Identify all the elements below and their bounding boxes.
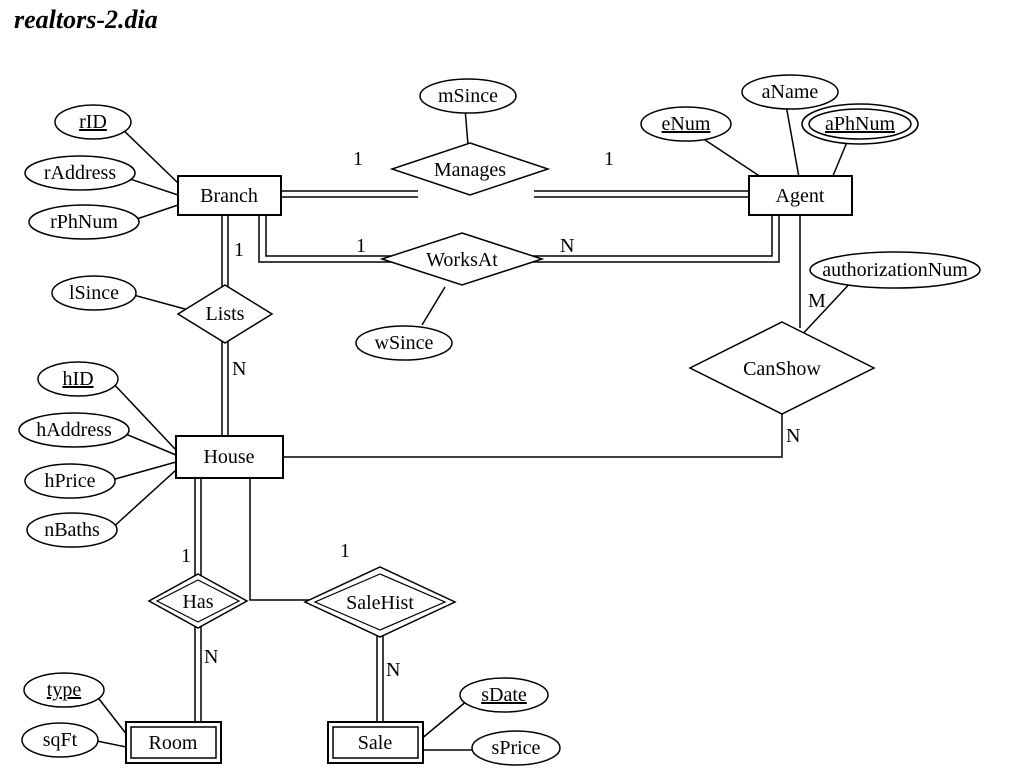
- card-canshow-agent: M: [808, 290, 826, 312]
- rel-canshow-label: CanShow: [743, 358, 821, 380]
- card-worksat-agent: N: [560, 235, 574, 257]
- card-salehist-house: 1: [340, 540, 350, 562]
- card-worksat-branch: 1: [356, 235, 366, 257]
- attr-aPhNum-label: aPhNum: [825, 113, 895, 135]
- card-has-house: 1: [181, 545, 191, 567]
- card-salehist-sale: N: [386, 659, 400, 681]
- rel-lists-label: Lists: [206, 303, 245, 325]
- attr-sqFt-label: sqFt: [43, 729, 78, 751]
- card-has-room: N: [204, 646, 218, 668]
- attr-sPrice-label: sPrice: [492, 737, 541, 759]
- cardinality-labels: 1 1 1 N 1 N M N 1 N 1 N: [181, 148, 826, 681]
- rel-manages: Manages: [392, 143, 548, 195]
- entity-room-label: Room: [149, 732, 198, 754]
- attr-type-label: type: [47, 679, 82, 701]
- er-diagram: realtors-2.dia: [0, 0, 1024, 778]
- rel-has: Has: [149, 574, 247, 628]
- attr-aName-label: aName: [762, 81, 819, 103]
- attr-sDate-label: sDate: [481, 684, 527, 706]
- entity-branch: Branch: [178, 176, 281, 215]
- attr-authNum-label: authorizationNum: [822, 259, 968, 281]
- attr-lSince-label: lSince: [69, 282, 119, 304]
- entity-sale: Sale: [328, 722, 423, 763]
- card-canshow-house: N: [786, 425, 800, 447]
- card-lists-branch: 1: [234, 239, 244, 261]
- diagram-title: realtors-2.dia: [14, 5, 158, 34]
- attr-rAddress-label: rAddress: [44, 162, 116, 184]
- rel-lists: Lists: [178, 285, 272, 343]
- attr-wSince-label: wSince: [375, 332, 434, 354]
- entity-sale-label: Sale: [358, 732, 393, 754]
- entity-house: House: [176, 436, 283, 478]
- rel-manages-label: Manages: [434, 159, 506, 181]
- attr-nBaths-label: nBaths: [44, 519, 100, 541]
- entity-branch-label: Branch: [200, 185, 258, 207]
- rel-worksat: WorksAt: [382, 233, 542, 285]
- rel-canshow: CanShow: [690, 322, 874, 414]
- attr-rID-label: rID: [79, 111, 107, 133]
- attr-mSince-label: mSince: [438, 85, 498, 107]
- attr-hID-label: hID: [62, 368, 93, 390]
- rel-salehist-label: SaleHist: [346, 592, 414, 614]
- entity-agent-label: Agent: [776, 185, 825, 207]
- card-manages-branch: 1: [353, 148, 363, 170]
- rel-has-label: Has: [182, 591, 213, 613]
- card-lists-house: N: [232, 358, 246, 380]
- attr-rPhNum-label: rPhNum: [50, 211, 118, 233]
- attr-hPrice-label: hPrice: [44, 470, 95, 492]
- attr-eNum-label: eNum: [662, 113, 711, 135]
- rel-salehist: SaleHist: [305, 567, 455, 637]
- entity-agent: Agent: [749, 176, 852, 215]
- rel-worksat-label: WorksAt: [426, 249, 498, 271]
- entity-house-label: House: [203, 446, 254, 468]
- entity-room: Room: [126, 722, 221, 763]
- card-manages-agent: 1: [604, 148, 614, 170]
- attr-hAddress-label: hAddress: [36, 419, 112, 441]
